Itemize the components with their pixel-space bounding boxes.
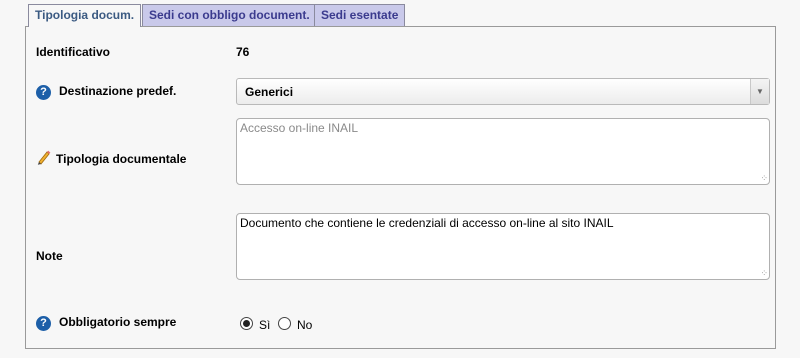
tab-sedi-con-obbligo[interactable]: Sedi con obbligo document. [142,4,317,26]
destinazione-select[interactable]: Generici ▼ [236,78,770,105]
identificativo-label: Identificativo [36,45,111,59]
note-value: Documento che contiene le credenziali di… [240,216,614,230]
form-panel: Identificativo 76 ? Destinazione predef.… [25,26,776,349]
tipologia-placeholder: Accesso on-line INAIL [240,121,359,135]
note-label: Note [36,249,63,263]
destinazione-label: Destinazione predef. [59,84,177,98]
radio-si-label[interactable]: Sì [259,318,270,332]
chevron-down-icon[interactable]: ▼ [750,79,769,104]
help-icon[interactable]: ? [36,85,51,100]
resize-grip-icon[interactable]: ⁘ [760,269,767,278]
radio-si[interactable] [240,317,253,330]
tipologia-label: Tipologia documentale [56,152,187,166]
help-icon[interactable]: ? [36,316,51,331]
tab-tipologia-docum[interactable]: Tipologia docum. [28,4,142,27]
note-textarea[interactable]: Documento che contiene le credenziali di… [236,213,770,280]
tab-sedi-esentate[interactable]: Sedi esentate [314,4,406,26]
destinazione-selected-value: Generici [245,85,294,99]
radio-no[interactable] [278,317,291,330]
obbligatorio-label: Obbligatorio sempre [59,315,177,329]
identificativo-value: 76 [236,45,250,59]
resize-grip-icon[interactable]: ⁘ [760,174,767,183]
pencil-icon [37,150,51,165]
tipologia-textarea[interactable]: Accesso on-line INAIL ⁘ [236,118,770,185]
radio-no-label[interactable]: No [297,318,312,332]
